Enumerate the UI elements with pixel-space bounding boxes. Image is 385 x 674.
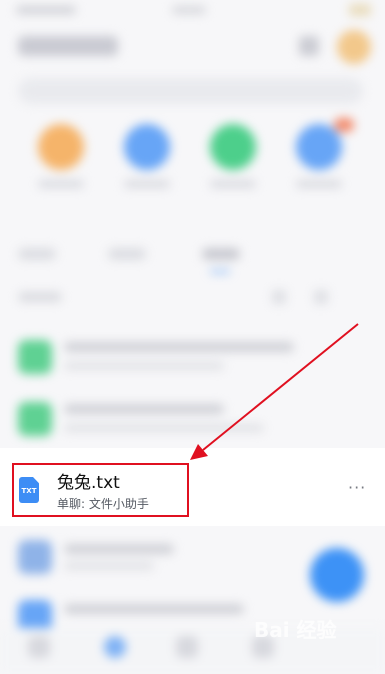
shortcut-label-1 [38,180,84,188]
tab-bar [0,240,385,273]
notification-badge [334,118,354,132]
watermark-logo: Bai 经验 [254,618,337,642]
status-time [16,6,76,14]
list-item-icon [18,402,52,436]
list-item-icon [18,540,52,574]
list-item-title [64,342,294,352]
shortcut-icon-1[interactable] [38,124,84,170]
status-bar [0,0,385,22]
list-item-title [64,544,174,554]
shortcut-label-4 [296,180,342,188]
list-item-subtitle [64,562,154,570]
search-input[interactable] [18,78,363,104]
shortcut-label-2 [124,180,170,188]
status-center [172,6,206,14]
header-action-icon[interactable] [299,36,319,56]
tab-3-selected[interactable] [202,248,240,260]
filter-icon[interactable] [272,290,286,304]
section-label [18,292,62,302]
list-item-title [64,604,244,614]
page-title [18,36,118,56]
shortcut-label-3 [210,180,256,188]
nav-item-3[interactable] [176,636,198,658]
shortcut-icon-4[interactable] [296,124,342,170]
list-item-icon [18,340,52,374]
shortcut-icon-2[interactable] [124,124,170,170]
tab-2[interactable] [108,248,146,260]
shortcut-icon-3[interactable] [210,124,256,170]
annotation-box [12,463,189,517]
tab-indicator [210,270,230,273]
tab-1[interactable] [18,248,56,260]
list-item-subtitle [64,362,224,370]
avatar[interactable] [337,30,371,64]
nav-item-1[interactable] [28,636,50,658]
blurred-background [0,0,385,674]
list-item-subtitle [64,424,264,432]
floating-action-icon[interactable] [310,548,364,602]
more-icon[interactable]: ··· [348,478,366,497]
nav-item-2[interactable] [104,636,126,658]
battery-icon [349,4,371,16]
list-item-title [64,404,224,414]
sort-icon[interactable] [314,290,328,304]
